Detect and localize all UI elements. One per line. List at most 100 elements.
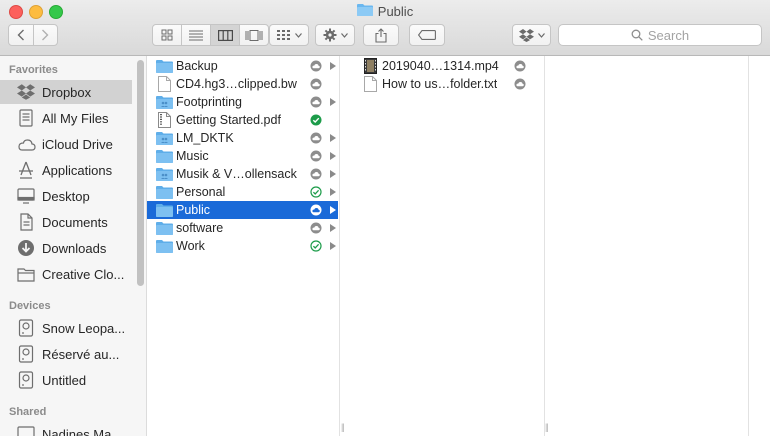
cloud-status-icon — [310, 132, 322, 144]
action-button[interactable] — [315, 24, 355, 46]
tags-button[interactable] — [409, 24, 445, 46]
column-empty — [558, 56, 749, 436]
gear-icon — [323, 28, 336, 42]
documents-icon — [16, 212, 36, 232]
search-field[interactable]: Search — [558, 24, 762, 46]
file-row-2019040-1314-mp4[interactable]: 2019040…1314.mp4 — [353, 57, 544, 75]
column-dropbox: || Backup CD4.hg3…clipped.bw Footprinting G… — [147, 56, 345, 436]
window-title: Public — [0, 3, 770, 19]
sidebar-item-nadines-ma[interactable]: Nadines Ma... — [0, 422, 132, 436]
dropbox-icon — [518, 28, 534, 42]
sidebar-item-label: Dropbox — [42, 84, 92, 100]
file-row-cd4-hg3-clipped-bw[interactable]: CD4.hg3…clipped.bw — [147, 75, 338, 93]
dropbox-menu-button[interactable] — [512, 24, 551, 46]
cloud-status-icon — [310, 204, 322, 216]
coverflow-view-button[interactable] — [240, 25, 268, 45]
share-icon — [375, 27, 387, 43]
file-row-musik-v-ollensack[interactable]: Musik & V…ollensack — [147, 165, 338, 183]
file-name: 2019040…1314.mp4 — [382, 59, 499, 73]
file-row-how-to-us-folder-txt[interactable]: How to us…folder.txt — [353, 75, 544, 93]
list-view-icon — [189, 30, 203, 40]
file-row-software[interactable]: software — [147, 219, 338, 237]
file-name: Musik & V…ollensack — [176, 167, 297, 181]
cloud-status-icon — [310, 168, 322, 180]
pdf-file-icon — [155, 112, 173, 128]
chevron-down-icon — [537, 32, 545, 38]
file-row-personal[interactable]: Personal — [147, 183, 338, 201]
sidebar-item-label: Creative Clo... — [42, 266, 125, 282]
icon-view-icon — [161, 29, 173, 41]
icon-view-button[interactable] — [153, 25, 182, 45]
column-view-button[interactable] — [211, 25, 240, 45]
sidebar-item-label: Snow Leopa... — [42, 320, 126, 336]
share-button[interactable] — [363, 24, 399, 46]
chevron-down-icon — [340, 32, 348, 38]
disclosure-arrow-icon — [330, 242, 336, 250]
sidebar-item-label: Réservé au... — [42, 346, 120, 362]
list-view-button[interactable] — [182, 25, 211, 45]
file-row-lm-dktk[interactable]: LM_DKTK — [147, 129, 338, 147]
shared-heading: Shared — [9, 406, 47, 418]
sidebar-item-documents[interactable]: Documents — [0, 210, 132, 234]
sidebar-item-label: Applications — [42, 162, 113, 178]
document-icon — [155, 76, 173, 92]
disclosure-arrow-icon — [330, 62, 336, 70]
sidebar-item-applications[interactable]: Applications — [0, 158, 132, 182]
sidebar-item-icloud-drive[interactable]: iCloud Drive — [0, 132, 132, 156]
file-name: Music — [176, 149, 209, 163]
search-icon — [631, 29, 643, 41]
file-row-work[interactable]: Work — [147, 237, 338, 255]
sidebar-item-label: All My Files — [42, 110, 109, 126]
sidebar-item-desktop[interactable]: Desktop — [0, 184, 132, 208]
folder-icon — [155, 148, 173, 164]
folder-icon — [16, 264, 36, 284]
sidebar-item-label: Documents — [42, 214, 108, 230]
file-name: Footprinting — [176, 95, 243, 109]
file-name: Backup — [176, 59, 218, 73]
file-name: Personal — [176, 185, 226, 199]
sidebar-item-all-my-files[interactable]: All My Files — [0, 106, 132, 130]
sidebar-item-creative-clo[interactable]: Creative Clo... — [0, 262, 132, 286]
disk-icon — [16, 344, 36, 364]
forward-button[interactable] — [34, 25, 57, 45]
desktop-icon — [16, 186, 36, 206]
sidebar-scrollbar[interactable] — [137, 60, 144, 286]
arrange-icon — [276, 29, 290, 40]
cloud-status-icon — [310, 96, 322, 108]
favorites-heading: Favorites — [9, 64, 58, 76]
disclosure-arrow-icon — [330, 152, 336, 160]
window-title-text: Public — [377, 3, 414, 19]
file-row-backup[interactable]: Backup — [147, 57, 338, 75]
disclosure-arrow-icon — [330, 98, 336, 106]
sidebar-item-label: Desktop — [42, 188, 90, 204]
sidebar-item-dropbox[interactable]: Dropbox — [0, 80, 132, 104]
back-button[interactable] — [9, 25, 34, 45]
column-resize-handle[interactable]: || — [545, 422, 549, 432]
file-name: Public — [176, 203, 211, 217]
sidebar-item-label: Untitled — [42, 372, 87, 388]
file-row-getting-started-pdf[interactable]: Getting Started.pdf — [147, 111, 338, 129]
folder-icon — [155, 130, 173, 146]
chevron-down-icon — [294, 32, 302, 38]
file-name: How to us…folder.txt — [382, 77, 498, 91]
cloud-status-icon — [310, 150, 322, 162]
applications-icon — [16, 160, 36, 180]
file-row-public[interactable]: Public — [147, 201, 338, 219]
cloud-status-icon — [310, 78, 322, 90]
folder-icon — [155, 238, 173, 254]
downloads-icon — [16, 238, 36, 258]
file-row-music[interactable]: Music — [147, 147, 338, 165]
document-icon — [361, 76, 379, 92]
sidebar-item-r-serv-au[interactable]: Réservé au... — [0, 342, 132, 366]
cloud-status-icon — [514, 60, 526, 72]
sidebar-item-untitled[interactable]: Untitled — [0, 368, 132, 392]
arrange-button[interactable] — [269, 24, 309, 46]
file-name: LM_DKTK — [176, 131, 234, 145]
file-row-footprinting[interactable]: Footprinting — [147, 93, 338, 111]
finder-window: Public Search Favorites Devices Shared D… — [0, 0, 770, 436]
sidebar-item-downloads[interactable]: Downloads — [0, 236, 132, 260]
sidebar-item-snow-leopa[interactable]: Snow Leopa... — [0, 316, 132, 340]
tag-icon — [418, 30, 436, 40]
column-resize-handle[interactable]: || — [341, 422, 345, 432]
devices-heading: Devices — [9, 300, 51, 312]
